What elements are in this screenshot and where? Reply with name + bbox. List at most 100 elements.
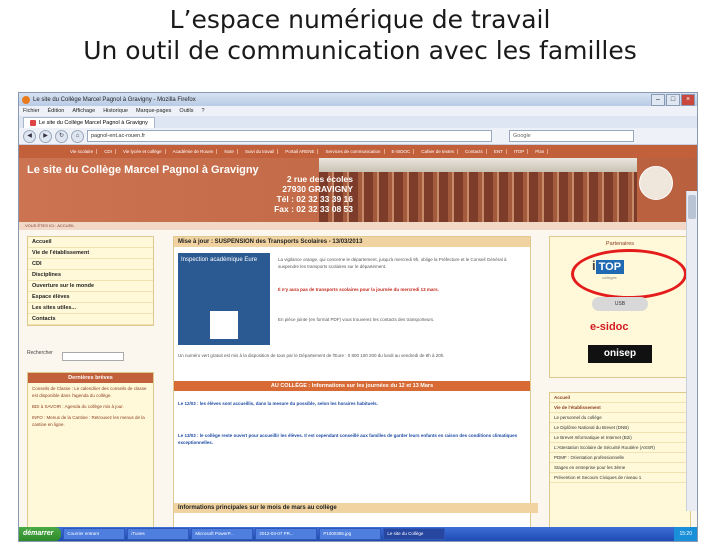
forward-icon[interactable]: ▶ bbox=[39, 129, 52, 143]
highlight-circle bbox=[571, 249, 687, 299]
address-line: Tél : 02 32 33 39 16 bbox=[276, 194, 353, 204]
establishment-menu-item[interactable]: L'Attestation Scolaire de Sécurité Routi… bbox=[550, 443, 690, 453]
republic-logo bbox=[210, 311, 238, 339]
taskbar-item[interactable]: Le site du Collège bbox=[383, 528, 446, 540]
back-icon[interactable]: ◀ bbox=[23, 129, 36, 143]
slide-title-line1: L’espace numérique de travail bbox=[169, 5, 551, 34]
close-icon[interactable]: × bbox=[681, 94, 695, 106]
navigation-bar: ◀ ▶ ↻ ⌂ pagnol-ent.ac-rouen.fr Google bbox=[19, 128, 697, 145]
start-button[interactable]: démarrer bbox=[19, 527, 62, 541]
scrollbar[interactable] bbox=[686, 191, 697, 511]
inspection-logo: Inspection académique Eure bbox=[178, 253, 270, 345]
establishment-menu-item[interactable]: Stages en entreprise pour les 3ème bbox=[550, 463, 690, 473]
home-icon[interactable]: ⌂ bbox=[71, 129, 84, 143]
usb-key-icon[interactable]: USB bbox=[592, 297, 648, 311]
reload-icon[interactable]: ↻ bbox=[55, 129, 68, 143]
left-menu-item[interactable]: Les sites utiles... bbox=[28, 303, 153, 314]
left-menu-item[interactable]: Disciplines bbox=[28, 270, 153, 281]
partners-box: Partenaires i TOP collèges USB e-sidoc on… bbox=[549, 236, 691, 378]
site-search: Rechercher bbox=[27, 350, 152, 364]
menu-item-help[interactable]: ? bbox=[201, 108, 204, 114]
site-nav-item[interactable]: Plan bbox=[532, 149, 549, 154]
news-brief[interactable]: Conseils de Classe : Le calendrier des c… bbox=[28, 383, 153, 401]
inspection-text: Inspection académique Eure bbox=[181, 257, 258, 263]
firefox-icon bbox=[22, 95, 30, 104]
menu-item-history[interactable]: Historique bbox=[103, 108, 128, 114]
minimize-icon[interactable]: – bbox=[651, 94, 665, 106]
right-column: Partenaires i TOP collèges USB e-sidoc on… bbox=[549, 236, 691, 541]
article-paragraph: En pièce jointe (en format PDF) vous tro… bbox=[278, 317, 435, 322]
establishment-menu-item[interactable]: Prévention et Secours Civiques de niveau… bbox=[550, 473, 690, 483]
slide-title-line2: Un outil de communication avec les famil… bbox=[83, 36, 637, 65]
site-nav-item[interactable]: ITOP bbox=[511, 149, 529, 154]
breadcrumb: VOUS ÊTES ICI : ACCUEIL bbox=[19, 222, 697, 230]
establishment-menu-item[interactable]: PDMF : Orientation professionnelle bbox=[550, 453, 690, 463]
esidoc-logo[interactable]: e-sidoc bbox=[590, 321, 652, 339]
school-logo bbox=[639, 166, 673, 200]
menu-bar: Fichier Édition Affichage Historique Mar… bbox=[19, 106, 697, 116]
menu-item-edit[interactable]: Édition bbox=[48, 108, 65, 114]
site-search-input[interactable] bbox=[62, 352, 124, 361]
site-nav: Vie scolaire CDI Vie lycée et collège Ac… bbox=[19, 145, 697, 158]
menu-item-view[interactable]: Affichage bbox=[72, 108, 95, 114]
search-input[interactable]: Google bbox=[509, 130, 634, 142]
left-menu-item[interactable]: Contacts bbox=[28, 314, 153, 325]
slide-title: L’espace numérique de travail Un outil d… bbox=[0, 4, 720, 66]
browser-tab[interactable]: Le site du Collège Marcel Pagnol à Gravi… bbox=[23, 117, 155, 128]
school-photo bbox=[319, 158, 637, 222]
onisep-logo[interactable]: onisep bbox=[588, 345, 652, 363]
scrollbar-thumb[interactable] bbox=[688, 195, 696, 219]
window-title: Le site du Collège Marcel Pagnol à Gravi… bbox=[33, 96, 196, 103]
section-heading[interactable]: Informations principales sur le mois de … bbox=[174, 503, 538, 513]
article-heading[interactable]: Mise à jour : SUSPENSION des Transports … bbox=[174, 237, 530, 247]
establishment-menu-item[interactable]: Accueil bbox=[550, 393, 690, 403]
left-menu: Accueil Vie de l'établissement CDI Disci… bbox=[27, 236, 154, 326]
site-nav-item[interactable]: Portail ARENE bbox=[282, 149, 319, 154]
left-menu-item[interactable]: Vie de l'établissement bbox=[28, 248, 153, 259]
taskbar-item[interactable]: 2012-03-07 PR... bbox=[255, 528, 318, 540]
establishment-menu-item[interactable]: Le personnel du collège bbox=[550, 413, 690, 423]
section-heading[interactable]: AU COLLÈGE : Informations sur les journé… bbox=[174, 381, 530, 391]
taskbar-item[interactable]: Microsoft PowerP... bbox=[191, 528, 254, 540]
school-address: 2 rue des écoles 27930 GRAVIGNY Tél : 02… bbox=[219, 174, 353, 214]
article-paragraph: Le 13/03 : le collège reste ouvert pour … bbox=[178, 433, 518, 445]
site-banner: Le site du Collège Marcel Pagnol à Gravi… bbox=[19, 158, 697, 222]
left-menu-item[interactable]: CDI bbox=[28, 259, 153, 270]
establishment-menu-item[interactable]: Le Diplôme National du Brevet (DNB) bbox=[550, 423, 690, 433]
news-brief[interactable]: BDI à SAVOIR : Agenda du collège mis à j… bbox=[28, 401, 153, 412]
site-nav-item[interactable]: Note bbox=[221, 149, 238, 154]
left-menu-item[interactable]: Ouverture sur le monde bbox=[28, 281, 153, 292]
taskbar-item[interactable]: Courrier entrant bbox=[63, 528, 126, 540]
left-menu-item[interactable]: Accueil bbox=[28, 237, 153, 248]
establishment-menu-item[interactable]: Vie de l'établissement bbox=[550, 403, 690, 413]
site-nav-item[interactable]: ENT bbox=[491, 149, 507, 154]
taskbar-item[interactable]: iTunes bbox=[127, 528, 190, 540]
system-clock: 15:20 bbox=[674, 527, 697, 541]
search-label: Rechercher bbox=[27, 350, 53, 356]
maximize-icon[interactable]: □ bbox=[666, 94, 680, 106]
partners-title: Partenaires bbox=[605, 241, 635, 247]
menu-item-bookmarks[interactable]: Marque-pages bbox=[136, 108, 171, 114]
tab-label: Le site du Collège Marcel Pagnol à Gravi… bbox=[39, 120, 148, 126]
url-bar[interactable]: pagnol-ent.ac-rouen.fr bbox=[87, 130, 492, 142]
address-line: Fax : 02 32 33 08 53 bbox=[274, 204, 353, 214]
browser-window: Le site du Collège Marcel Pagnol à Gravi… bbox=[18, 92, 698, 542]
article-paragraph: Il n'y aura pas de transports scolaires … bbox=[278, 287, 439, 292]
site-nav-item[interactable]: Suivi du travail bbox=[242, 149, 279, 154]
site-nav-item[interactable]: Services de communication bbox=[322, 149, 385, 154]
menu-item-file[interactable]: Fichier bbox=[23, 108, 40, 114]
menu-item-tools[interactable]: Outils bbox=[179, 108, 193, 114]
taskbar-item[interactable]: P1000385.jpg bbox=[319, 528, 382, 540]
site-nav-item[interactable]: Contacts bbox=[462, 149, 487, 154]
site-nav-item[interactable]: Vie scolaire bbox=[67, 149, 98, 154]
left-menu-item[interactable]: Espace élèves bbox=[28, 292, 153, 303]
news-brief[interactable]: INFO : Menus de la Cantine : Retrouvez l… bbox=[28, 412, 153, 430]
window-controls: – □ × bbox=[651, 94, 695, 106]
site-nav-item[interactable]: Vie lycée et collège bbox=[120, 149, 166, 154]
site-nav-item[interactable]: Cahier de textes bbox=[418, 149, 459, 154]
establishment-menu-item[interactable]: Le Brevet Informatique et Internet (B2i) bbox=[550, 433, 690, 443]
taskbar: démarrer Courrier entrant iTunes Microso… bbox=[19, 527, 697, 541]
site-nav-item[interactable]: CDI bbox=[101, 149, 116, 154]
site-nav-item[interactable]: E-SIDOC bbox=[389, 149, 415, 154]
site-nav-item[interactable]: Académie de Rouen bbox=[170, 149, 218, 154]
